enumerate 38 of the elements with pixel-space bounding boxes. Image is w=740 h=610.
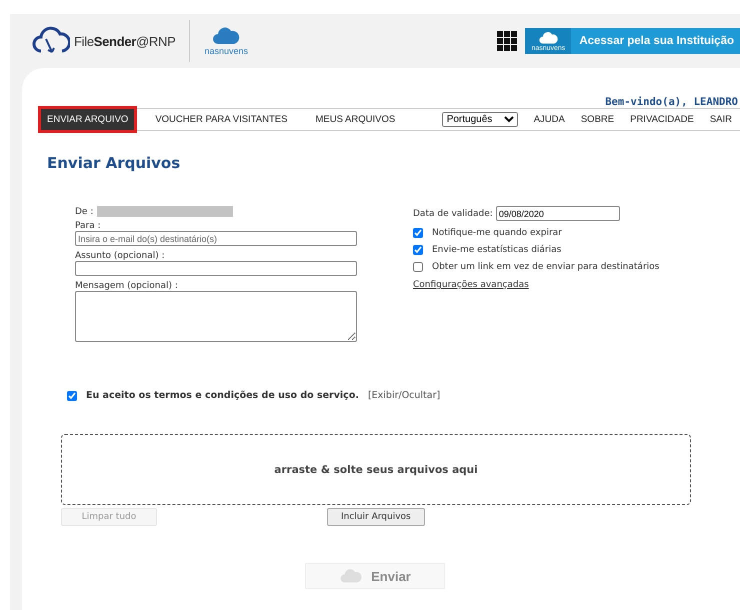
cloud-icon: [211, 26, 242, 46]
nav-tab[interactable]: ENVIAR ARQUIVO: [38, 106, 138, 133]
expiry-date-field[interactable]: 09/08/2020: [496, 206, 620, 221]
apps-grid-icon[interactable]: [497, 31, 518, 51]
checkbox[interactable]: [413, 228, 423, 238]
action-button[interactable]: Incluir Arquivos: [327, 508, 425, 526]
logo-text: FileSender@RNP: [74, 34, 176, 48]
advanced-settings-link[interactable]: Configurações avançadas: [413, 280, 660, 290]
from-label: De :: [75, 206, 94, 216]
checkbox[interactable]: [413, 245, 423, 255]
drop-zone-text: arraste & solte seus arquivos aqui: [274, 464, 478, 476]
subject-input-field[interactable]: [75, 261, 357, 276]
cloud-icon: [538, 30, 559, 44]
page-title: Enviar Arquivos: [47, 154, 182, 172]
expiry-label: Data de validade:: [413, 208, 493, 218]
subject-label: Assunto (opcional) :: [75, 251, 166, 261]
nav-tab[interactable]: MEUS ARQUIVOS: [307, 109, 404, 130]
terms-text: Eu aceito os termos e condições de uso do serviço.: [86, 390, 359, 401]
nav-link[interactable]: SOBRE: [580, 114, 614, 125]
language-select[interactable]: Português: [442, 112, 518, 127]
nav-link[interactable]: SAIR: [710, 114, 732, 125]
to-input-field[interactable]: Insira o e-mail do(s) destinatário(s): [75, 231, 357, 246]
checkbox-label: Obter um link em vez de enviar para destinatários: [432, 262, 660, 272]
message-label: Mensagem (opcional) :: [75, 281, 179, 291]
drop-zone[interactable]: arraste & solte seus arquivos aqui: [61, 434, 691, 505]
checkbox-label: Envie-me estatísticas diárias: [432, 245, 562, 255]
nav-link[interactable]: AJUDA: [534, 114, 565, 125]
partner-logo-text: nasnuvens: [204, 46, 248, 56]
upload-cloud-icon: [339, 568, 364, 584]
welcome-text: Bem-vindo(a), LEANDRO: [605, 96, 738, 108]
nav-tab[interactable]: VOUCHER PARA VISITANTES: [147, 109, 296, 130]
to-label: Para :: [75, 221, 102, 231]
show-hide-link[interactable]: [Exibir/Ocultar]: [368, 390, 440, 401]
checkbox-label: Notifique-me quando expirar: [432, 228, 562, 238]
checkbox[interactable]: [67, 390, 77, 400]
message-text-area[interactable]: [75, 291, 357, 342]
nav-link[interactable]: PRIVACIDADE: [630, 114, 694, 125]
checkbox[interactable]: [413, 262, 423, 272]
